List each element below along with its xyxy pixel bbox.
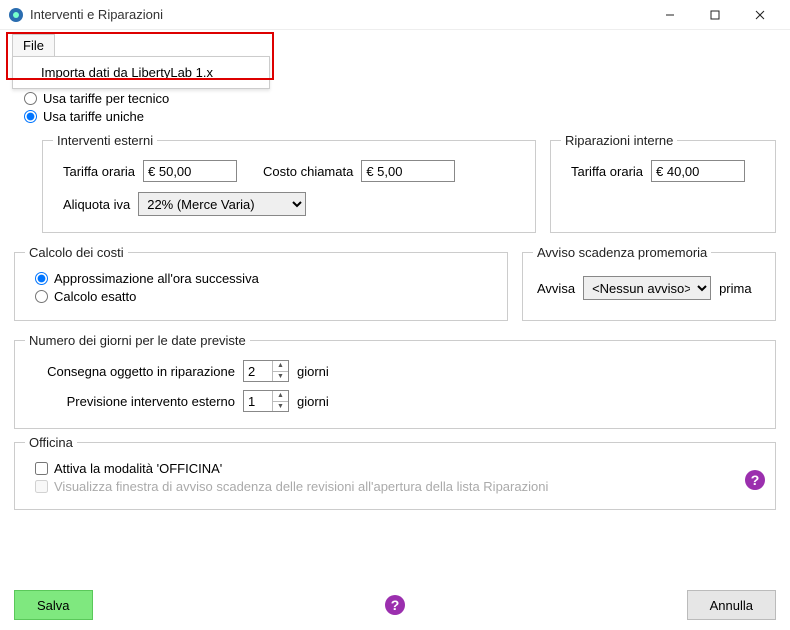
radio-uniche[interactable]: Usa tariffe uniche (24, 109, 776, 124)
window-controls (647, 1, 782, 29)
group-esterni: Interventi esterni Tariffa oraria Costo … (42, 133, 536, 233)
radio-per-tecnico-label: Usa tariffe per tecnico (43, 91, 169, 106)
menu-file[interactable]: File (12, 34, 55, 56)
title-bar: Interventi e Riparazioni (0, 0, 790, 30)
check-attiva-officina-label: Attiva la modalità 'OFFICINA' (54, 461, 222, 476)
check-visualizza-avviso-label: Visualizza finestra di avviso scadenza d… (54, 479, 548, 494)
radio-esatto-input[interactable] (35, 290, 48, 303)
radio-approx-label: Approssimazione all'ora successiva (54, 271, 259, 286)
label-consegna: Consegna oggetto in riparazione (35, 364, 235, 379)
help-icon-footer[interactable]: ? (385, 595, 405, 615)
radio-per-tecnico-input[interactable] (24, 92, 37, 105)
cancel-button[interactable]: Annulla (687, 590, 776, 620)
input-tariffa-ext[interactable] (143, 160, 237, 182)
radio-approx[interactable]: Approssimazione all'ora successiva (35, 271, 497, 286)
check-visualizza-avviso: Visualizza finestra di avviso scadenza d… (35, 479, 765, 494)
check-attiva-officina[interactable]: Attiva la modalità 'OFFICINA' (35, 461, 765, 476)
menubar: File Importa dati da LibertyLab 1.x (0, 30, 790, 74)
legend-esterni: Interventi esterni (53, 133, 157, 148)
radio-approx-input[interactable] (35, 272, 48, 285)
group-avviso: Avviso scadenza promemoria Avvisa <Nessu… (522, 245, 776, 321)
input-tariffa-int[interactable] (651, 160, 745, 182)
footer: Salva ? Annulla (14, 590, 776, 620)
legend-officina: Officina (25, 435, 77, 450)
app-icon (8, 7, 24, 23)
close-button[interactable] (737, 1, 782, 29)
group-calcolo: Calcolo dei costi Approssimazione all'or… (14, 245, 508, 321)
group-interne: Riparazioni interne Tariffa oraria (550, 133, 776, 233)
input-costo-chiamata[interactable] (361, 160, 455, 182)
label-giorni-1: giorni (297, 364, 329, 379)
radio-per-tecnico[interactable]: Usa tariffe per tecnico (24, 91, 776, 106)
label-giorni-2: giorni (297, 394, 329, 409)
radio-uniche-label: Usa tariffe uniche (43, 109, 144, 124)
group-officina: Officina Attiva la modalità 'OFFICINA' V… (14, 435, 776, 510)
check-attiva-officina-input[interactable] (35, 462, 48, 475)
radio-esatto-label: Calcolo esatto (54, 289, 136, 304)
radio-uniche-input[interactable] (24, 110, 37, 123)
select-aliquota-iva[interactable]: 22% (Merce Varia) (138, 192, 306, 216)
legend-avviso: Avviso scadenza promemoria (533, 245, 711, 260)
legend-giorni: Numero dei giorni per le date previste (25, 333, 250, 348)
minimize-button[interactable] (647, 1, 692, 29)
check-visualizza-avviso-input (35, 480, 48, 493)
save-button[interactable]: Salva (14, 590, 93, 620)
label-aliquota-iva: Aliquota iva (63, 197, 130, 212)
radio-esatto[interactable]: Calcolo esatto (35, 289, 497, 304)
spinner-previsione-btns[interactable]: ▲▼ (272, 391, 288, 411)
group-giorni: Numero dei giorni per le date previste C… (14, 333, 776, 429)
window-title: Interventi e Riparazioni (30, 7, 647, 22)
label-tariffa-int: Tariffa oraria (571, 164, 643, 179)
help-icon-officina[interactable]: ? (745, 470, 765, 490)
label-costo-chiamata: Costo chiamata (263, 164, 353, 179)
legend-calcolo: Calcolo dei costi (25, 245, 128, 260)
label-prima: prima (719, 281, 752, 296)
legend-interne: Riparazioni interne (561, 133, 677, 148)
menu-item-import[interactable]: Importa dati da LibertyLab 1.x (13, 61, 269, 84)
label-previsione: Previsione intervento esterno (35, 394, 235, 409)
maximize-button[interactable] (692, 1, 737, 29)
select-avviso[interactable]: <Nessun avviso> (583, 276, 711, 300)
label-avvisa: Avvisa (537, 281, 575, 296)
label-tariffa-ext: Tariffa oraria (63, 164, 135, 179)
spinner-consegna-btns[interactable]: ▲▼ (272, 361, 288, 381)
